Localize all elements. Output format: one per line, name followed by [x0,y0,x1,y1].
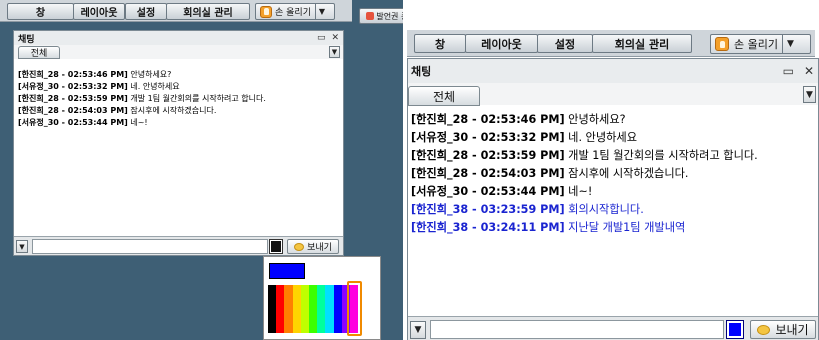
window-controls: ▭ ✕ [317,31,339,45]
speech-bubble-icon [757,324,771,335]
raise-hand-button[interactable]: 손 올리기 ▼ [710,34,811,54]
color-swatch[interactable] [308,285,318,333]
font-color-picker[interactable] [726,320,744,339]
left-application-window: 창 레이아웃 설정 회의실 관리 손 올리기 ▼ 발언권 종료 채팅 ▭ ✕ 전… [0,0,423,340]
raise-hand-button[interactable]: 손 올리기 ▼ [255,3,335,20]
chat-message: [서유정_30 - 02:53:32 PM] 네. 안녕하세요 [18,82,180,91]
color-swatch-strip [268,285,359,333]
main-toolbar: 창 레이아웃 설정 회의실 관리 손 올리기 ▼ [0,0,352,22]
room-manage-menu-button[interactable]: 회의실 관리 [166,3,250,20]
chat-input[interactable] [430,320,724,339]
settings-menu-button[interactable]: 설정 [537,34,593,53]
hand-icon [715,37,729,51]
hand-icon [260,5,272,18]
tab-all-label: 전체 [432,89,456,104]
font-color-picker[interactable] [269,239,283,254]
color-swatch[interactable] [292,285,301,333]
chat-message-list-small: [한진희_28 - 02:53:46 PM] 안녕하세요? [서유정_30 - … [14,69,343,235]
chat-message-own: [한진희_38 - 03:23:59 PM] 회의시작합니다. [411,203,644,216]
maximize-icon[interactable]: ▭ [783,64,794,78]
selected-color-preview [269,263,305,279]
chat-message: [한진희_28 - 02:53:59 PM] 개발 1팀 월간회의를 시작하려고… [411,149,758,162]
raise-hand-label: 손 올리기 [275,8,311,18]
tab-all-label: 전체 [30,49,48,59]
chat-message-own: [한진희_38 - 03:24:11 PM] 지난달 개발1팀 개발내역 [411,221,686,234]
chat-input[interactable] [32,239,268,254]
close-icon[interactable]: ✕ [804,64,814,78]
color-swatch[interactable] [300,285,309,333]
selected-swatch-highlight [347,281,362,336]
speech-bubble-icon [294,242,305,251]
window-menu-button[interactable]: 창 [7,3,74,20]
send-label: 보내기 [307,243,332,253]
chat-message: [서유정_30 - 02:53:44 PM] 네~! [411,185,593,198]
chat-message: [한진희_28 - 02:54:03 PM] 잠시후에 시작하겠습니다. [18,106,217,115]
chat-message: [한진희_28 - 02:53:46 PM] 안녕하세요? [411,113,626,126]
chat-title: 채팅 [411,65,432,78]
send-button[interactable]: 보내기 [287,239,339,254]
color-swatch[interactable] [276,285,285,333]
maximize-icon[interactable]: ▭ [317,33,326,43]
chat-panel-large: 채팅 ▭ ✕ 전체 ▼ [한진희_28 - 02:53:46 PM] 안녕하세요… [407,58,819,340]
window-menu-button[interactable]: 창 [414,34,466,53]
color-palette-popup [263,256,381,340]
chat-input-bar: ▼ 보내기 [14,236,343,255]
tab-list-dropdown[interactable]: ▼ [329,46,340,58]
chat-title: 채팅 [18,34,35,45]
layout-menu-button[interactable]: 레이아웃 [465,34,538,53]
chat-tab-bar: 전체 ▼ [408,83,818,106]
chat-title-bar: 채팅 ▭ ✕ [408,59,818,83]
window-controls: ▭ ✕ [783,59,814,83]
raise-hand-dropdown-arrow[interactable]: ▼ [314,4,328,19]
tab-all[interactable]: 전체 [18,46,60,59]
send-button[interactable]: 보내기 [750,320,816,339]
raise-hand-dropdown-arrow[interactable]: ▼ [781,35,798,53]
chat-title-bar: 채팅 ▭ ✕ [14,31,343,45]
settings-menu-button[interactable]: 설정 [125,3,167,20]
color-swatch[interactable] [333,285,342,333]
color-swatch[interactable] [268,285,277,333]
chat-message: [서유정_30 - 02:53:32 PM] 네. 안녕하세요 [411,131,638,144]
tab-all[interactable]: 전체 [408,86,480,106]
close-icon[interactable]: ✕ [331,33,339,43]
tab-list-dropdown[interactable]: ▼ [803,86,816,103]
layout-menu-button[interactable]: 레이아웃 [73,3,125,20]
color-swatch[interactable] [325,285,334,333]
main-toolbar-large: 창 레이아웃 설정 회의실 관리 손 올리기 ▼ [407,30,815,57]
color-swatch[interactable] [284,285,293,333]
chat-tab-bar: 전체 ▼ [14,45,343,59]
chat-panel-small: 채팅 ▭ ✕ 전체 ▼ [한진희_28 - 02:53:46 PM] 안녕하세요… [13,30,344,256]
target-dropdown[interactable]: ▼ [410,321,426,339]
chat-message-list-large: [한진희_28 - 02:53:46 PM] 안녕하세요? [서유정_30 - … [408,111,818,314]
chat-input-bar: ▼ 보내기 [408,316,818,340]
room-manage-menu-button[interactable]: 회의실 관리 [592,34,692,53]
right-application-window: 창 레이아웃 설정 회의실 관리 손 올리기 ▼ 채팅 ▭ ✕ 전체 ▼ [한진… [403,0,819,340]
target-dropdown[interactable]: ▼ [16,240,28,253]
chat-message: [서유정_30 - 02:53:44 PM] 네~! [18,118,148,127]
chat-message: [한진희_28 - 02:53:46 PM] 안녕하세요? [18,70,172,79]
chat-message: [한진희_28 - 02:54:03 PM] 잠시후에 시작하겠습니다. [411,167,689,180]
chat-message: [한진희_28 - 02:53:59 PM] 개발 1팀 월간회의를 시작하려고… [18,94,266,103]
raise-hand-label: 손 올리기 [734,38,778,51]
color-swatch[interactable] [317,285,326,333]
send-label: 보내기 [775,323,809,337]
end-speech-icon [366,12,375,20]
